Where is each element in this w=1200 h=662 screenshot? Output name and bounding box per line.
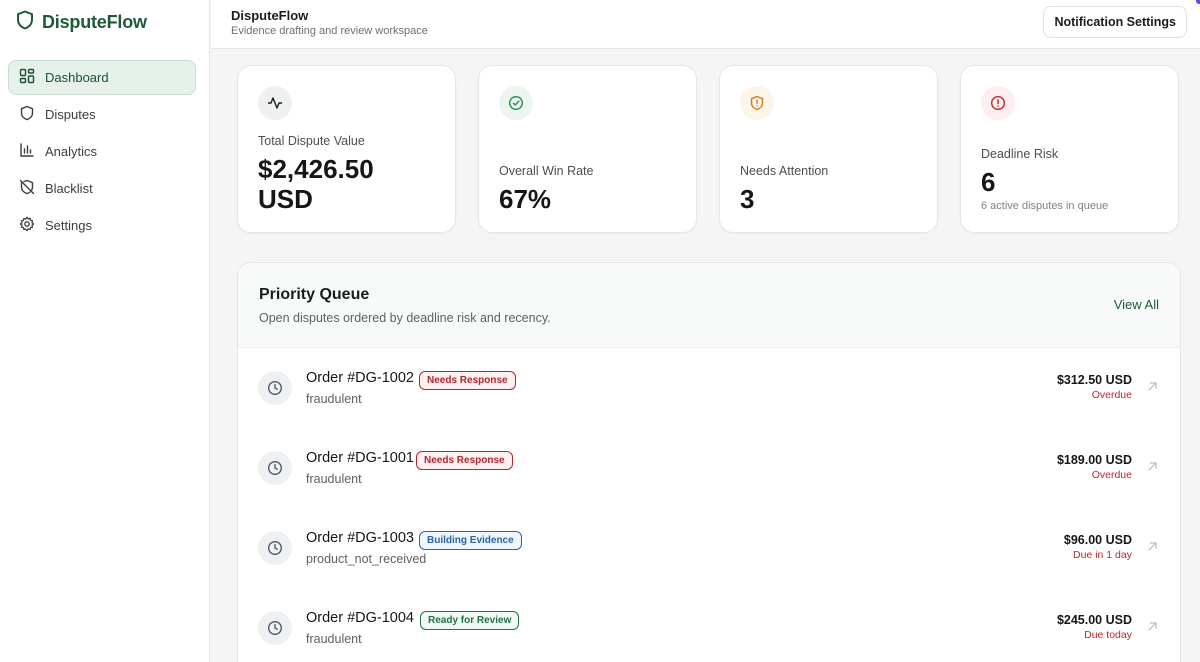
brand-name: DisputeFlow bbox=[42, 11, 147, 32]
queue-subtitle: Open disputes ordered by deadline risk a… bbox=[259, 311, 551, 325]
arrow-up-right-icon[interactable] bbox=[1147, 539, 1158, 557]
sidebar-item-label: Settings bbox=[45, 218, 92, 233]
sidebar-item-dashboard[interactable]: Dashboard bbox=[8, 60, 196, 95]
shield-icon bbox=[19, 105, 35, 124]
order-id: Order #DG-1003 bbox=[306, 530, 414, 546]
arrow-up-right-icon[interactable] bbox=[1147, 379, 1158, 397]
dispute-row[interactable]: Order #DG-1003 Building Evidence product… bbox=[238, 509, 1180, 589]
stat-value: $2,426.50 USD bbox=[258, 154, 374, 214]
corner-indicator bbox=[1196, 0, 1200, 4]
queue-header: Priority Queue Open disputes ordered by … bbox=[238, 263, 1180, 348]
sidebar-item-label: Analytics bbox=[45, 144, 98, 159]
activity-icon bbox=[258, 86, 292, 120]
clock-icon bbox=[258, 371, 292, 405]
stat-value: 67% bbox=[499, 184, 552, 214]
stat-value: 6 bbox=[981, 167, 996, 197]
dispute-amount: $189.00 USD bbox=[1056, 453, 1132, 467]
dispute-amount: $245.00 USD bbox=[1056, 613, 1132, 627]
stat-label: Overall Win Rate bbox=[499, 164, 594, 178]
order-id: Order #DG-1002 bbox=[306, 370, 414, 386]
gear-icon bbox=[19, 216, 35, 235]
due-status: Due today bbox=[1084, 629, 1132, 641]
status-badge: Needs Response bbox=[419, 371, 516, 390]
sidebar-item-label: Dashboard bbox=[45, 70, 109, 85]
clock-icon bbox=[258, 531, 292, 565]
clock-icon bbox=[258, 611, 292, 645]
dispute-amount: $96.00 USD bbox=[1063, 533, 1132, 547]
view-all-link[interactable]: View All bbox=[1114, 297, 1159, 312]
dispute-reason: fraudulent bbox=[306, 632, 362, 646]
dashboard-icon bbox=[19, 68, 35, 87]
sidebar-item-disputes[interactable]: Disputes bbox=[8, 97, 196, 132]
check-circle-icon bbox=[499, 86, 533, 120]
stat-card-deadline-risk: Deadline Risk 6 6 active disputes in que… bbox=[960, 65, 1179, 233]
sidebar: DisputeFlow Dashboard Disputes Analytics… bbox=[0, 0, 210, 662]
dispute-reason: fraudulent bbox=[306, 392, 362, 406]
sidebar-item-label: Disputes bbox=[45, 107, 96, 122]
shield-logo-icon bbox=[16, 10, 34, 35]
top-bar: DisputeFlow Evidence drafting and review… bbox=[211, 0, 1200, 49]
dispute-amount: $312.50 USD bbox=[1056, 373, 1132, 387]
alert-circle-icon bbox=[981, 86, 1015, 120]
dispute-row[interactable]: Order #DG-1004 Ready for Review fraudule… bbox=[238, 589, 1180, 662]
arrow-up-right-icon[interactable] bbox=[1147, 619, 1158, 637]
sidebar-nav: Dashboard Disputes Analytics Blacklist S… bbox=[8, 60, 196, 245]
stat-value: 3 bbox=[740, 184, 755, 214]
clock-icon bbox=[258, 451, 292, 485]
sidebar-item-analytics[interactable]: Analytics bbox=[8, 134, 196, 169]
arrow-up-right-icon[interactable] bbox=[1147, 459, 1158, 477]
queue-title: Priority Queue bbox=[259, 286, 370, 303]
stat-label: Deadline Risk bbox=[981, 147, 1059, 161]
due-status: Overdue bbox=[1091, 469, 1132, 481]
dispute-reason: fraudulent bbox=[306, 472, 362, 486]
dispute-reason: product_not_received bbox=[306, 552, 427, 566]
status-badge: Ready for Review bbox=[420, 611, 520, 630]
bar-chart-icon bbox=[19, 142, 35, 161]
priority-queue-panel: Priority Queue Open disputes ordered by … bbox=[237, 262, 1181, 662]
brand[interactable]: DisputeFlow bbox=[16, 10, 147, 34]
stat-label: Total Dispute Value bbox=[258, 134, 365, 148]
stat-card-needs-attention: Needs Attention 3 bbox=[719, 65, 938, 233]
shield-alert-icon bbox=[740, 86, 774, 120]
shield-off-icon bbox=[19, 179, 35, 198]
due-status: Due in 1 day bbox=[1073, 549, 1132, 561]
sidebar-item-blacklist[interactable]: Blacklist bbox=[8, 171, 196, 206]
page-title: DisputeFlow bbox=[231, 8, 309, 23]
sidebar-item-label: Blacklist bbox=[45, 181, 93, 196]
stat-card-win-rate: Overall Win Rate 67% bbox=[478, 65, 697, 233]
dispute-row[interactable]: Order #DG-1002 Needs Response fraudulent… bbox=[238, 349, 1180, 429]
sidebar-item-settings[interactable]: Settings bbox=[8, 208, 196, 243]
dispute-row[interactable]: Order #DG-1001 Needs Response fraudulent… bbox=[238, 429, 1180, 509]
order-id: Order #DG-1001 bbox=[306, 450, 414, 466]
page-subtitle: Evidence drafting and review workspace bbox=[231, 25, 428, 37]
order-id: Order #DG-1004 bbox=[306, 610, 414, 626]
due-status: Overdue bbox=[1091, 389, 1132, 401]
status-badge: Building Evidence bbox=[419, 531, 522, 550]
status-badge: Needs Response bbox=[416, 451, 513, 470]
stat-card-total-value: Total Dispute Value $2,426.50 USD bbox=[237, 65, 456, 233]
notification-settings-button[interactable]: Notification Settings bbox=[1043, 6, 1187, 38]
stat-label: Needs Attention bbox=[740, 164, 829, 178]
stat-note: 6 active disputes in queue bbox=[981, 200, 1109, 212]
